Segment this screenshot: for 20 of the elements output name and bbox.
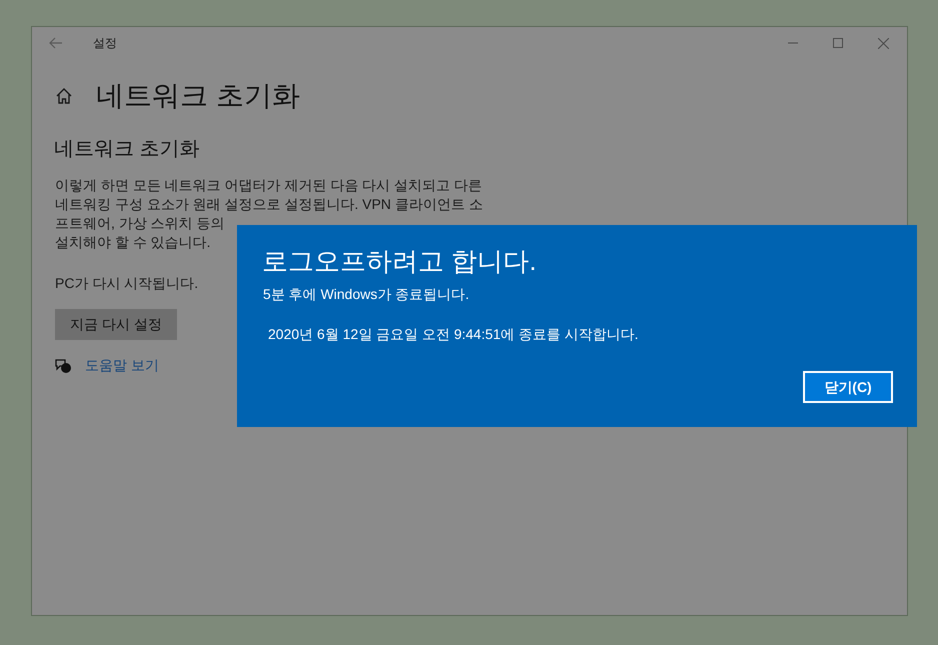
description-line: 이렇게 하면 모든 네트워크 어댑터가 제거된 다음 다시 설치되고 다른 — [55, 176, 482, 195]
minimize-icon[interactable] — [788, 42, 798, 44]
dialog-title: 로그오프하려고 합니다. — [262, 245, 536, 278]
shutdown-time-text: 2020년 6월 12일 금요일 오전 9:44:51에 종료를 시작합니다. — [268, 325, 638, 344]
help-chat-icon — [54, 358, 72, 374]
page-title: 네트워크 초기화 — [96, 79, 300, 113]
close-icon[interactable] — [878, 38, 889, 48]
home-icon[interactable] — [55, 87, 73, 105]
restart-note: PC가 다시 시작됩니다. — [55, 274, 198, 293]
dialog-message: 5분 후에 Windows가 종료됩니다. — [263, 285, 470, 304]
window-title: 설정 — [93, 35, 117, 52]
close-button[interactable]: 닫기(C) — [803, 371, 893, 403]
reset-now-button[interactable]: 지금 다시 설정 — [55, 309, 177, 340]
description-line: 설치해야 할 수 있습니다. — [55, 233, 211, 252]
section-heading: 네트워크 초기화 — [54, 137, 201, 162]
description-line: 네트워킹 구성 요소가 원래 설정으로 설정됩니다. VPN 클라이언트 소 — [55, 195, 483, 214]
help-link[interactable]: 도움말 보기 — [85, 355, 159, 376]
back-icon[interactable] — [49, 37, 63, 49]
maximize-icon[interactable] — [833, 38, 843, 48]
description-line: 프트웨어, 가상 스위치 등의 — [55, 214, 225, 233]
